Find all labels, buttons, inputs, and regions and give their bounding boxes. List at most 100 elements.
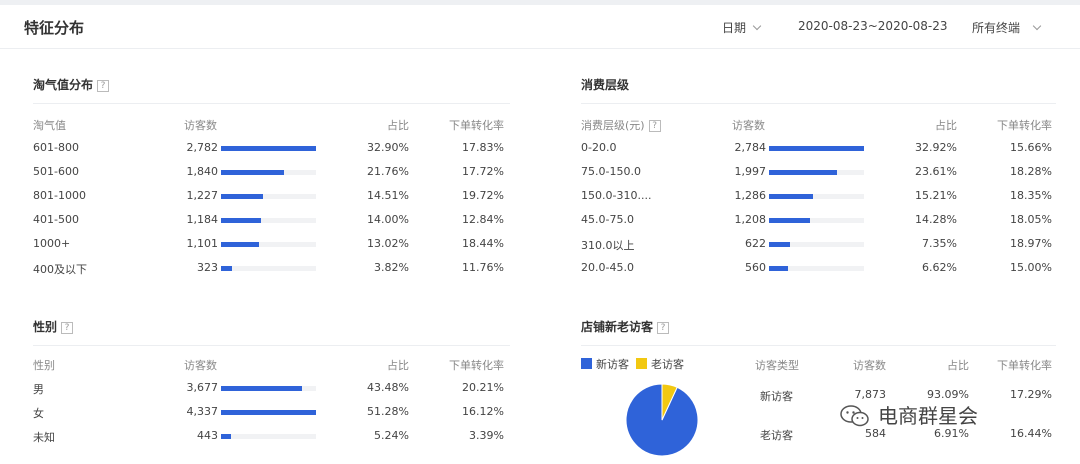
- bar-fill: [769, 194, 813, 199]
- bar-fill: [769, 146, 864, 151]
- share-value: 51.28%: [367, 405, 409, 418]
- conversion-value: 15.66%: [1010, 141, 1052, 154]
- date-dropdown[interactable]: 日期: [722, 19, 762, 36]
- share-value: 6.62%: [922, 261, 957, 274]
- conversion-value: 17.72%: [462, 165, 504, 178]
- bar-track: [221, 266, 316, 271]
- help-icon[interactable]: ?: [657, 322, 670, 334]
- bar-track: [221, 194, 316, 199]
- legend-label: 新访客: [596, 358, 629, 371]
- legend-swatch: [636, 358, 647, 369]
- share-value: 13.02%: [367, 237, 409, 250]
- terminal-label: 所有终端: [972, 21, 1021, 35]
- visitors-value: 2,782: [186, 141, 219, 154]
- legend-item-new[interactable]: 新访客: [581, 356, 629, 372]
- conversion-value: 11.76%: [462, 261, 504, 274]
- visitor-type: 老访客: [760, 429, 793, 442]
- col-header: 下单转化率: [997, 359, 1052, 372]
- bar-track: [221, 218, 316, 223]
- col-header: 下单转化率: [997, 119, 1052, 132]
- conversion-value: 12.84%: [462, 213, 504, 226]
- wechat-icon: [840, 405, 869, 427]
- row-label: 男: [33, 383, 44, 396]
- bar-fill: [221, 170, 284, 175]
- visitors-value: 3,677: [186, 381, 219, 394]
- conversion-value: 18.05%: [1010, 213, 1052, 226]
- divider: [581, 103, 1056, 104]
- conversion-value: 17.29%: [1010, 388, 1052, 401]
- col-header: 占比: [935, 119, 957, 132]
- bar-fill: [221, 218, 262, 223]
- bar-track: [221, 434, 316, 439]
- visitors-value: 622: [745, 237, 766, 250]
- conversion-value: 20.21%: [462, 381, 504, 394]
- conversion-value: 18.44%: [462, 237, 504, 250]
- share-value: 5.24%: [374, 429, 409, 442]
- bar-fill: [769, 218, 811, 223]
- share-value: 15.21%: [915, 189, 957, 202]
- row-label: 401-500: [33, 213, 79, 226]
- row-label: 45.0-75.0: [581, 213, 634, 226]
- help-icon[interactable]: ?: [61, 322, 74, 334]
- bar-track: [221, 170, 316, 175]
- bar-fill: [221, 434, 231, 439]
- col-header: 下单转化率: [449, 359, 504, 372]
- visitors-value: 443: [197, 429, 218, 442]
- row-label: 801-1000: [33, 189, 86, 202]
- help-icon[interactable]: ?: [97, 80, 110, 92]
- terminal-dropdown[interactable]: 所有终端: [972, 19, 1042, 36]
- divider: [33, 103, 510, 104]
- row-label: 75.0-150.0: [581, 165, 641, 178]
- conversion-value: 15.00%: [1010, 261, 1052, 274]
- share-value: 23.61%: [915, 165, 957, 178]
- row-label: 150.0-310....: [581, 189, 652, 202]
- col-header: 淘气值: [33, 119, 66, 132]
- page-title: 特征分布: [24, 19, 85, 37]
- bar-fill: [221, 386, 302, 391]
- row-label: 20.0-45.0: [581, 261, 634, 274]
- watermark-text: 电商群星会: [878, 404, 978, 428]
- header-bar: 特征分布 日期 2020-08-23~2020-08-23 所有终端: [0, 5, 1080, 49]
- conversion-value: 19.72%: [462, 189, 504, 202]
- share-value: 14.51%: [367, 189, 409, 202]
- visitors-value: 1,840: [186, 165, 219, 178]
- bar-track: [769, 146, 864, 151]
- visitors-value: 1,997: [734, 165, 767, 178]
- visitor-pie-chart: [626, 384, 698, 456]
- row-label: 未知: [33, 431, 55, 444]
- bar-fill: [221, 194, 263, 199]
- bar-track: [769, 266, 864, 271]
- conversion-value: 18.28%: [1010, 165, 1052, 178]
- row-label: 310.0以上: [581, 239, 635, 252]
- chevron-down-icon: [1032, 21, 1042, 31]
- visitors-value: 560: [745, 261, 766, 274]
- bar-fill: [769, 170, 838, 175]
- help-icon[interactable]: ?: [648, 120, 661, 132]
- col-header: 占比: [387, 359, 409, 372]
- visitors-value: 4,337: [186, 405, 219, 418]
- conversion-value: 18.35%: [1010, 189, 1052, 202]
- col-header: 占比: [387, 119, 409, 132]
- gender-title-text: 性别: [33, 320, 58, 334]
- chevron-down-icon: [752, 21, 762, 31]
- bar-fill: [221, 242, 259, 247]
- share-value: 21.76%: [367, 165, 409, 178]
- qi-title-text: 淘气值分布: [33, 78, 94, 92]
- watermark: 电商群星会: [840, 400, 978, 429]
- row-label: 女: [33, 407, 44, 420]
- legend-label: 老访客: [651, 358, 684, 371]
- date-range[interactable]: 2020-08-23~2020-08-23: [798, 19, 948, 33]
- bar-track: [221, 146, 316, 151]
- bar-fill: [769, 242, 791, 247]
- visitor-type: 新访客: [760, 390, 793, 403]
- row-label: 1000+: [33, 237, 71, 250]
- visitors-value: 1,208: [734, 213, 767, 226]
- bar-track: [769, 242, 864, 247]
- share-value: 14.00%: [367, 213, 409, 226]
- row-label: 501-600: [33, 165, 79, 178]
- bar-track: [769, 170, 864, 175]
- share-value: 3.82%: [374, 261, 409, 274]
- legend-item-old[interactable]: 老访客: [636, 356, 684, 372]
- bar-track: [221, 410, 316, 415]
- conversion-value: 3.39%: [469, 429, 504, 442]
